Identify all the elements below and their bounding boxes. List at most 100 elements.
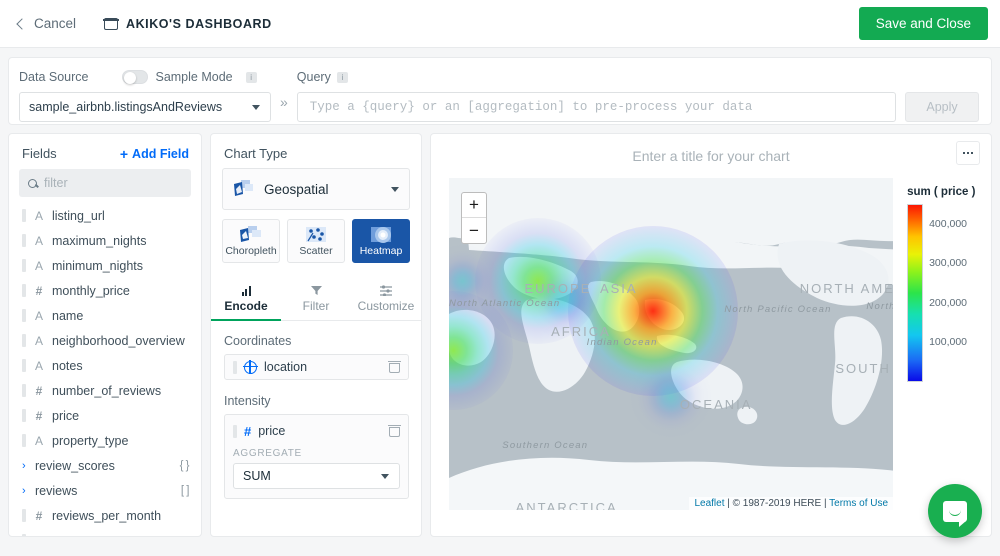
field-row-listing_url[interactable]: Alisting_url <box>9 203 201 228</box>
drag-handle[interactable] <box>22 334 26 347</box>
field-type-icon: A <box>33 534 45 537</box>
field-row-name[interactable]: Aname <box>9 303 201 328</box>
drag-handle[interactable] <box>22 409 26 422</box>
drag-handle[interactable] <box>22 259 26 272</box>
drag-handle[interactable] <box>22 234 26 247</box>
field-type-icon: A <box>34 233 43 248</box>
chart-menu-button[interactable] <box>956 141 980 165</box>
coordinates-label: Coordinates <box>224 334 292 348</box>
drag-handle[interactable] <box>22 359 26 372</box>
add-field-button[interactable]: + Add Field <box>120 147 189 161</box>
delete-icon[interactable] <box>388 361 401 373</box>
zoom-out-button[interactable]: − <box>462 218 486 243</box>
chart-type-select[interactable]: Geospatial <box>222 168 410 210</box>
attr-sep: | <box>821 498 830 509</box>
field-name: maximum_nights <box>52 233 147 248</box>
field-type-icon: # <box>35 383 43 398</box>
plus-icon: + <box>119 145 129 162</box>
chart-variant-choropleth[interactable]: Choropleth <box>222 219 280 263</box>
field-row-minimum_nights[interactable]: Aminimum_nights <box>9 253 201 278</box>
field-row-room_type[interactable]: Aroom_type <box>9 528 201 536</box>
data-source-select[interactable]: sample_airbnb.listingsAndReviews <box>19 92 271 122</box>
zoom-in-button[interactable]: + <box>462 193 486 218</box>
smile-icon <box>949 510 961 516</box>
field-name: minimum_nights <box>52 258 144 273</box>
dot <box>962 151 966 155</box>
chart-variant-scatter[interactable]: Scatter <box>287 219 345 263</box>
field-row-property_type[interactable]: Aproperty_type <box>9 428 201 453</box>
encode-body: Coordinates location Intensity # price A… <box>211 321 421 499</box>
drag-handle[interactable] <box>233 424 237 438</box>
sample-mode-group: Sample Mode i <box>122 70 257 84</box>
legend-tick: 300,000 <box>929 257 968 270</box>
field-name: review_scores <box>35 458 115 473</box>
legend-tick: 100,000 <box>929 336 968 349</box>
field-row-price[interactable]: # price <box>9 403 201 428</box>
aggregate-select[interactable]: SUM <box>233 463 400 489</box>
intensity-field-name: price <box>258 424 286 438</box>
query-input[interactable] <box>296 92 896 122</box>
field-filter-box[interactable]: filter <box>19 169 191 197</box>
chart-header: Enter a title for your chart <box>431 134 991 178</box>
query-label: Query <box>296 70 331 84</box>
field-row-number_of_reviews[interactable]: # number_of_reviews <box>9 378 201 403</box>
tab-encode[interactable]: Encode <box>211 277 281 321</box>
field-list: Alisting_url Amaximum_nights Aminimum_nigh… <box>9 203 201 536</box>
field-row-monthly_price[interactable]: # monthly_price <box>9 278 201 303</box>
terms-of-use-link[interactable]: Terms of Use <box>829 498 888 509</box>
field-row-reviews[interactable]: › reviews [ ] <box>9 478 201 503</box>
chat-bubble-icon[interactable] <box>928 484 982 538</box>
map-label: North Atlantic Ocean <box>449 297 561 309</box>
sample-mode-info-icon[interactable]: i <box>245 71 257 83</box>
field-name: reviews <box>35 483 78 498</box>
search-icon <box>28 178 37 188</box>
geospatial-heatmap[interactable]: EUROPEASIANORTH AMERICAAFRICAOCEANIASOUT… <box>449 178 894 510</box>
sample-mode-toggle[interactable] <box>122 70 149 84</box>
save-and-close-button[interactable]: Save and Close <box>858 7 988 40</box>
field-name: number_of_reviews <box>52 383 162 398</box>
field-row-neighborhood_overview[interactable]: Aneighborhood_overview <box>9 328 201 353</box>
number-type-icon: # <box>244 423 252 439</box>
dashboard-name: AKIKO'S DASHBOARD <box>126 16 272 31</box>
expand-chevron-icon[interactable]: › <box>22 485 26 497</box>
chart-body: EUROPEASIANORTH AMERICAAFRICAOCEANIASOUT… <box>431 178 991 536</box>
drag-handle[interactable] <box>22 434 26 447</box>
field-row-notes[interactable]: Anotes <box>9 353 201 378</box>
map-label-layer: EUROPEASIANORTH AMERICAAFRICAOCEANIASOUT… <box>449 178 893 510</box>
drag-handle[interactable] <box>22 309 26 322</box>
delete-icon[interactable] <box>388 425 401 437</box>
leaflet-link[interactable]: Leaflet <box>694 498 724 509</box>
main-area: Fields + Add Field filter Alisting_url Am… <box>0 125 1000 545</box>
field-row-review_scores[interactable]: › review_scores { } <box>9 453 201 478</box>
apply-button[interactable]: Apply <box>905 92 979 122</box>
tab-filter[interactable]: Filter <box>281 277 351 320</box>
chart-variant-heatmap[interactable]: Heatmap <box>352 219 410 263</box>
field-suffix: { } <box>179 459 190 472</box>
chart-title-input[interactable]: Enter a title for your chart <box>632 148 789 164</box>
field-row-maximum_nights[interactable]: Amaximum_nights <box>9 228 201 253</box>
intensity-box: # price AGGREGATE SUM <box>224 414 409 499</box>
chart-builder-app: Cancel AKIKO'S DASHBOARD Save and Close … <box>0 0 1000 556</box>
coordinates-field-pill[interactable]: location <box>224 354 409 380</box>
drag-handle[interactable] <box>22 284 26 297</box>
add-field-label: Add Field <box>132 146 189 161</box>
tab-customize[interactable]: Customize <box>351 277 421 320</box>
legend-scale: 400,000 300,000 200,000 100,000 <box>907 204 991 382</box>
drag-handle[interactable] <box>22 209 26 222</box>
intensity-field-pill[interactable]: # price <box>233 420 401 442</box>
map-label: EUROPE <box>524 280 592 296</box>
drag-handle[interactable] <box>22 509 26 522</box>
cancel-button[interactable]: Cancel <box>14 12 80 35</box>
drag-handle[interactable] <box>233 360 237 374</box>
encode-tabs: Encode Filter Customize <box>211 277 421 321</box>
expand-chevrons-icon[interactable]: » <box>280 94 288 110</box>
drag-handle[interactable] <box>22 384 26 397</box>
expand-chevron-icon[interactable]: › <box>22 460 26 472</box>
coordinates-field-name: location <box>264 360 308 374</box>
field-row-reviews_per_month[interactable]: # reviews_per_month <box>9 503 201 528</box>
breadcrumb[interactable]: AKIKO'S DASHBOARD <box>103 16 272 31</box>
query-info-icon[interactable]: i <box>336 71 348 83</box>
dashboard-icon <box>103 17 119 30</box>
drag-handle[interactable] <box>22 534 26 536</box>
attr-copyright: © 1987-2019 HERE <box>732 498 822 509</box>
